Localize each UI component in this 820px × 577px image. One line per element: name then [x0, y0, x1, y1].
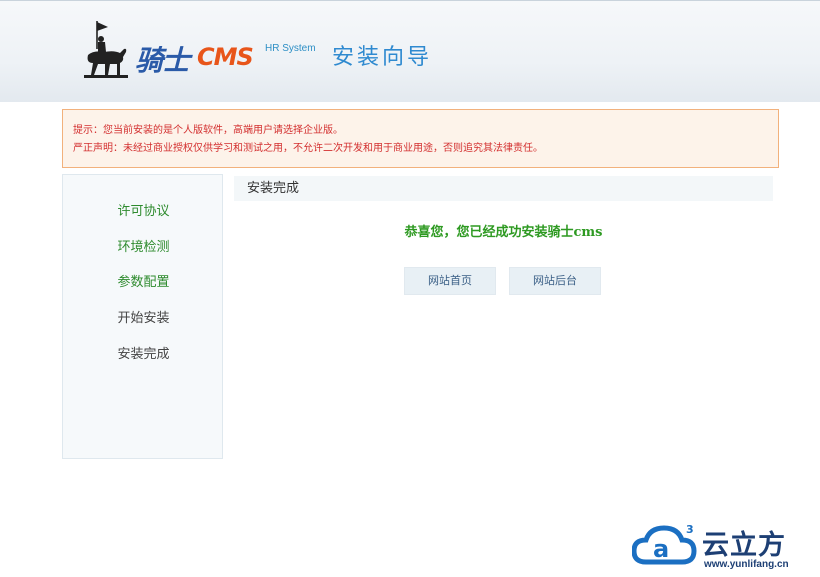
site-admin-button[interactable]: 网站后台: [509, 267, 601, 295]
watermark-url: www.yunlifang.cn: [704, 559, 789, 570]
notice-tip: 提示：您当前安装的是个人版软件，高端用户请选择企业版。: [73, 125, 343, 136]
step-start-install[interactable]: 开始安装: [63, 307, 224, 326]
site-home-button[interactable]: 网站首页: [404, 267, 496, 295]
svg-text:a: a: [653, 535, 669, 563]
step-parameter-config[interactable]: 参数配置: [63, 271, 224, 290]
watermark-name: 云立方: [702, 530, 786, 561]
brand-suffix: CMS: [197, 43, 254, 71]
knight-logo-icon: [84, 21, 128, 78]
install-steps-sidebar: 许可协议 环境检测 参数配置 开始安装 安装完成: [62, 174, 223, 459]
brand-subtitle: HR System: [265, 43, 316, 54]
success-message: 恭喜您，您已经成功安装骑士cms: [404, 225, 603, 240]
svg-text:3: 3: [686, 523, 694, 536]
step-license[interactable]: 许可协议: [63, 200, 224, 219]
section-heading: 安装完成: [234, 176, 773, 201]
cloud-logo-icon: a 3: [632, 523, 697, 565]
step-install-complete[interactable]: 安装完成: [63, 343, 224, 362]
brand-name: 骑士: [135, 44, 190, 77]
notice-box: 提示：您当前安装的是个人版软件，高端用户请选择企业版。 严正声明：未经过商业授权…: [62, 109, 779, 168]
header: 骑士 CMS HR System 安装向导: [0, 0, 820, 102]
step-environment-check[interactable]: 环境检测: [63, 236, 224, 255]
page-title: 安装向导: [332, 45, 433, 70]
notice-statement: 严正声明：未经过商业授权仅供学习和测试之用，不允许二次开发和用于商业用途，否则追…: [73, 143, 543, 154]
